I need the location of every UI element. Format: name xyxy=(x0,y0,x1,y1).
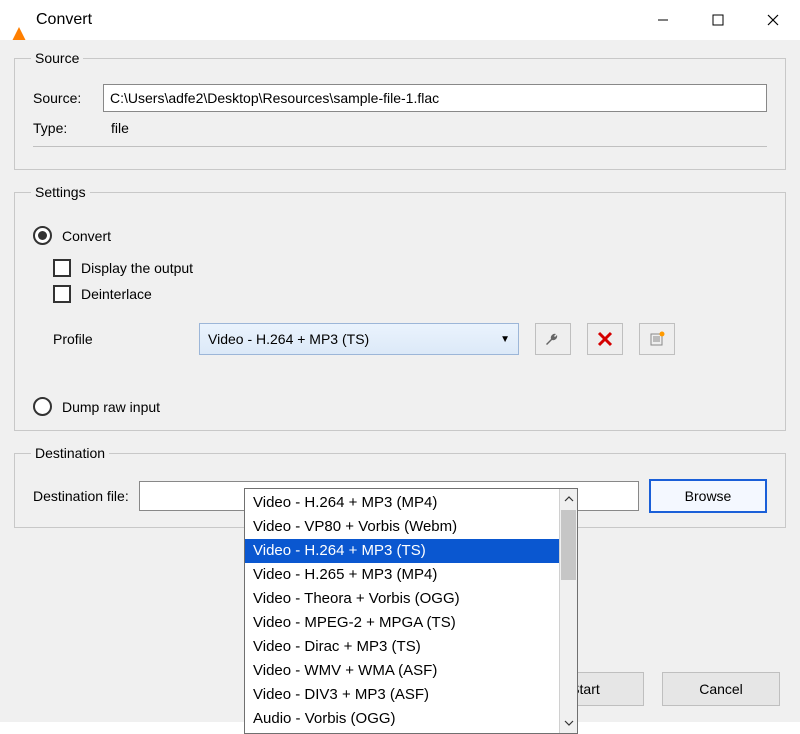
maximize-icon xyxy=(712,14,724,26)
destination-legend: Destination xyxy=(31,445,109,461)
titlebar: Convert xyxy=(0,0,800,40)
display-output-label: Display the output xyxy=(81,260,193,276)
cancel-label: Cancel xyxy=(699,681,743,697)
new-profile-button[interactable] xyxy=(639,323,675,355)
minimize-button[interactable] xyxy=(635,0,690,40)
source-input[interactable] xyxy=(103,84,767,112)
minimize-icon xyxy=(657,14,669,26)
close-button[interactable] xyxy=(745,0,800,40)
profile-option[interactable]: Video - H.264 + MP3 (MP4) xyxy=(245,491,559,515)
profile-dropdown-list[interactable]: Video - H.264 + MP3 (MP4)Video - VP80 + … xyxy=(244,488,578,734)
scroll-up-button[interactable] xyxy=(560,489,577,509)
type-value: file xyxy=(111,120,129,136)
profile-option[interactable]: Video - Dirac + MP3 (TS) xyxy=(245,635,559,659)
profile-option[interactable]: Video - Theora + Vorbis (OGG) xyxy=(245,587,559,611)
window-controls xyxy=(635,0,800,40)
source-label: Source: xyxy=(33,90,103,106)
delete-profile-button[interactable] xyxy=(587,323,623,355)
vlc-cone-icon xyxy=(10,11,28,29)
profile-option[interactable]: Video - WMV + WMA (ASF) xyxy=(245,659,559,683)
scroll-thumb[interactable] xyxy=(561,510,576,580)
profile-combobox[interactable]: Video - H.264 + MP3 (TS) ▼ xyxy=(199,323,519,355)
chevron-down-icon: ▼ xyxy=(500,334,510,345)
deinterlace-checkbox[interactable] xyxy=(53,285,71,303)
display-output-checkbox[interactable] xyxy=(53,259,71,277)
edit-profile-button[interactable] xyxy=(535,323,571,355)
profile-option[interactable]: Audio - Vorbis (OGG) xyxy=(245,707,559,731)
client-area: Source Source: Type: file Settings Conve… xyxy=(0,40,800,722)
dump-raw-label: Dump raw input xyxy=(62,399,160,415)
profile-label: Profile xyxy=(53,331,183,347)
convert-radio-row[interactable]: Convert xyxy=(33,226,767,245)
browse-button[interactable]: Browse xyxy=(649,479,767,513)
window-title: Convert xyxy=(36,11,635,29)
dump-raw-radio[interactable] xyxy=(33,397,52,416)
close-icon xyxy=(766,13,780,27)
scroll-track[interactable] xyxy=(560,581,577,713)
chevron-up-icon xyxy=(564,496,574,502)
dump-raw-row[interactable]: Dump raw input xyxy=(33,397,767,416)
profile-selected-text: Video - H.264 + MP3 (TS) xyxy=(208,331,369,347)
type-label: Type: xyxy=(33,120,103,136)
dropdown-scrollbar[interactable] xyxy=(559,489,577,733)
maximize-button[interactable] xyxy=(690,0,745,40)
cancel-button[interactable]: Cancel xyxy=(662,672,780,706)
browse-label: Browse xyxy=(685,488,732,504)
profile-option[interactable]: Video - H.264 + MP3 (TS) xyxy=(245,539,559,563)
deinterlace-row[interactable]: Deinterlace xyxy=(53,285,767,303)
profile-option[interactable]: Video - H.265 + MP3 (MP4) xyxy=(245,563,559,587)
wrench-icon xyxy=(544,330,562,348)
profile-option[interactable]: Video - MPEG-2 + MPGA (TS) xyxy=(245,611,559,635)
convert-radio[interactable] xyxy=(33,226,52,245)
source-legend: Source xyxy=(31,50,83,66)
profile-option[interactable]: Video - DIV3 + MP3 (ASF) xyxy=(245,683,559,707)
convert-label: Convert xyxy=(62,228,111,244)
display-output-row[interactable]: Display the output xyxy=(53,259,767,277)
source-group: Source Source: Type: file xyxy=(14,50,786,170)
settings-group: Settings Convert Display the output Dein… xyxy=(14,184,786,431)
destination-label: Destination file: xyxy=(33,488,129,504)
scroll-down-button[interactable] xyxy=(560,713,577,733)
profile-option[interactable]: Video - VP80 + Vorbis (Webm) xyxy=(245,515,559,539)
deinterlace-label: Deinterlace xyxy=(81,286,152,302)
chevron-down-icon xyxy=(564,720,574,726)
new-profile-icon xyxy=(649,331,665,347)
settings-legend: Settings xyxy=(31,184,90,200)
delete-icon xyxy=(597,331,613,347)
